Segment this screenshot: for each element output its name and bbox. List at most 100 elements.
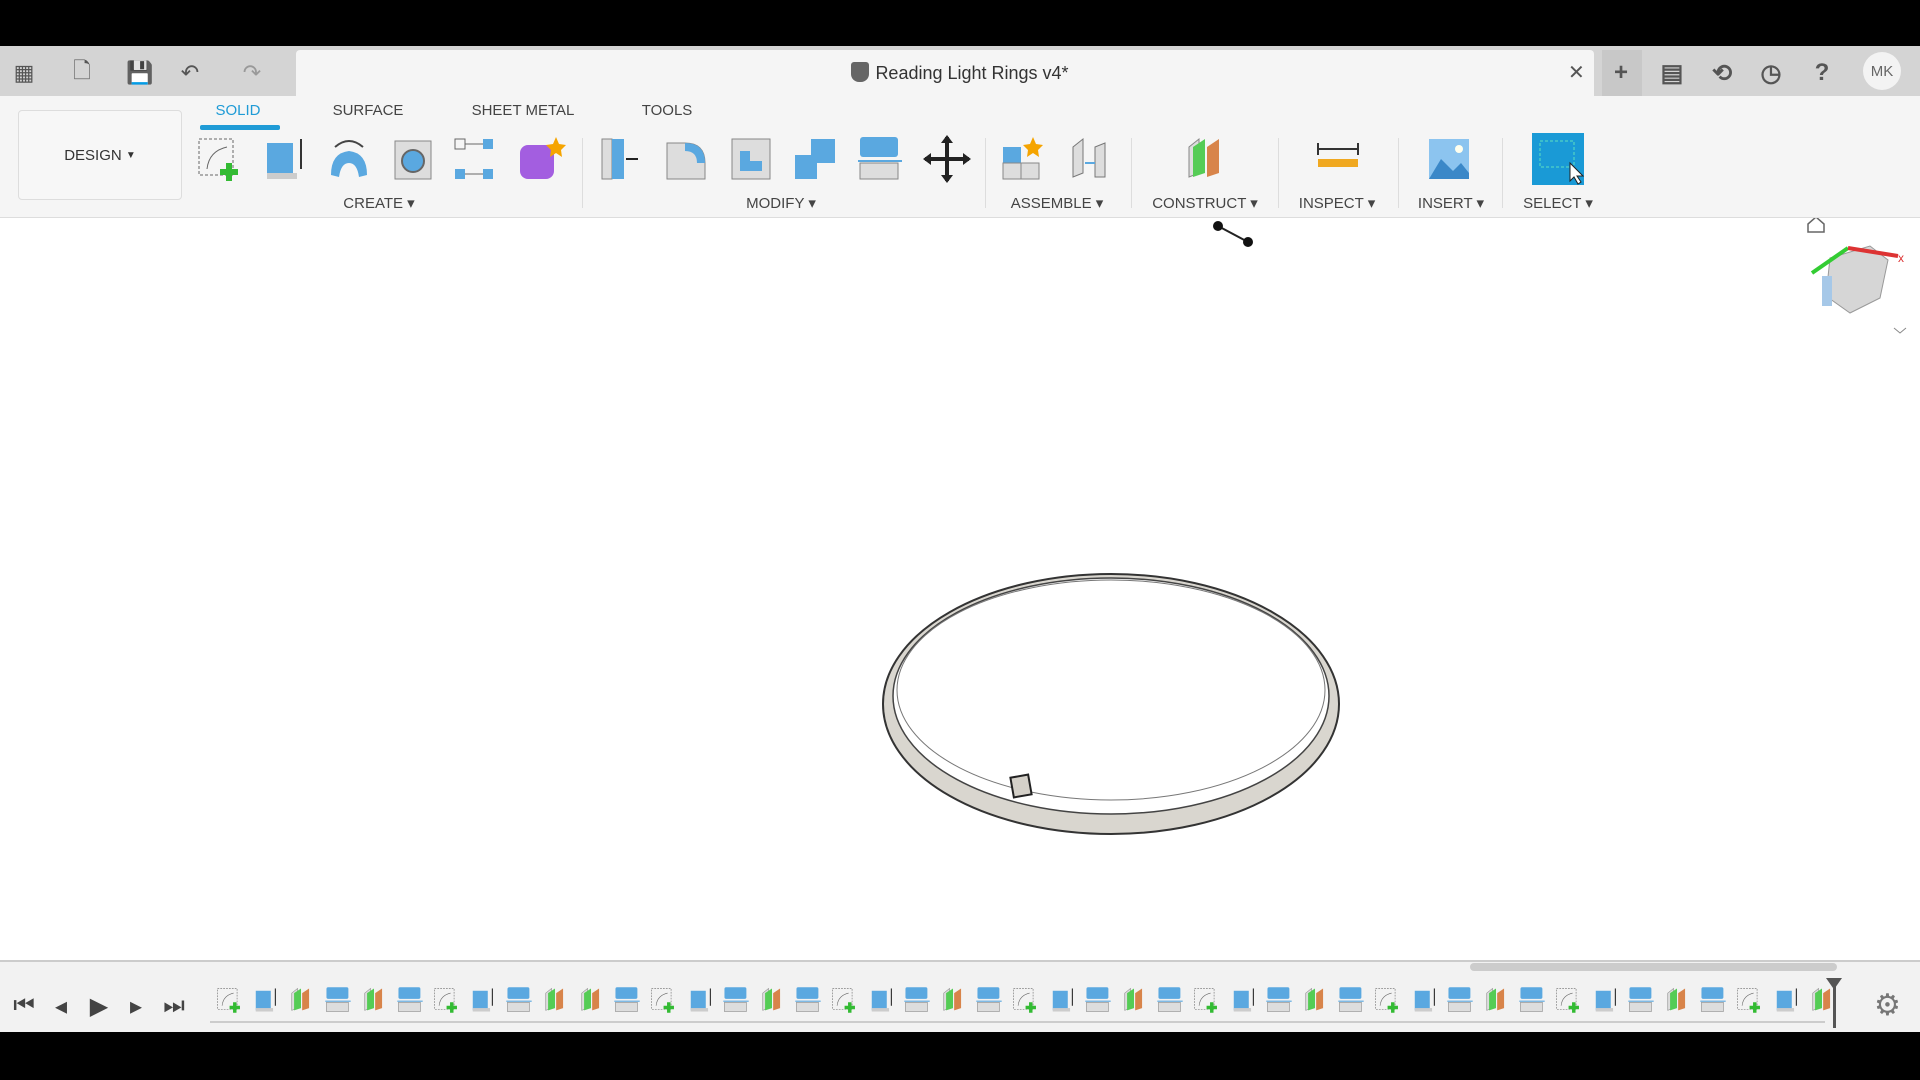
timeline-item-sketch[interactable] — [431, 985, 461, 1015]
timeline-item-split[interactable] — [395, 985, 425, 1015]
file-icon[interactable]: 🗋 — [67, 58, 97, 88]
timeline-item-split[interactable] — [1083, 985, 1113, 1015]
timeline-item-plane[interactable] — [576, 985, 606, 1015]
viewport-canvas[interactable]: x — [0, 216, 1920, 960]
group-inspect-dropdown[interactable]: INSPECT ▾ — [1299, 194, 1375, 212]
timeline-item-plane[interactable] — [1481, 985, 1511, 1015]
timeline-item-extrude[interactable] — [467, 985, 497, 1015]
timeline-item-split[interactable] — [902, 985, 932, 1015]
job-status-icon[interactable]: ◷ — [1753, 55, 1789, 91]
fillet-button[interactable] — [661, 133, 713, 185]
timeline-item-plane[interactable] — [1662, 985, 1692, 1015]
timeline-item-plane[interactable] — [1807, 985, 1837, 1015]
revolve-button[interactable] — [323, 133, 375, 185]
tab-surface[interactable]: SURFACE — [333, 102, 404, 119]
timeline-item-extrude[interactable] — [1590, 985, 1620, 1015]
timeline-item-extrude[interactable] — [1228, 985, 1258, 1015]
step-back-button[interactable]: ◂ — [47, 992, 75, 1020]
group-assemble-dropdown[interactable]: ASSEMBLE ▾ — [1011, 194, 1104, 212]
redo-icon[interactable]: ↷ — [237, 58, 267, 88]
insert-canvas-button[interactable] — [1423, 133, 1475, 185]
plane-icon — [364, 987, 382, 1011]
grid-icon[interactable]: ▦ — [9, 58, 39, 88]
press-pull-button[interactable] — [596, 133, 648, 185]
combine-button[interactable] — [791, 133, 843, 185]
timeline-item-extrude[interactable] — [1047, 985, 1077, 1015]
hole-button[interactable] — [387, 133, 439, 185]
skip-to-start-button[interactable]: ⏮ — [10, 992, 38, 1020]
group-select-dropdown[interactable]: SELECT ▾ — [1523, 194, 1593, 212]
timeline-item-split[interactable] — [504, 985, 534, 1015]
close-tab-button[interactable]: ✕ — [1568, 60, 1585, 85]
timeline-item-split[interactable] — [612, 985, 642, 1015]
timeline-item-plane[interactable] — [286, 985, 316, 1015]
timeline-item-sketch[interactable] — [1372, 985, 1402, 1015]
timeline-item-split[interactable] — [1264, 985, 1294, 1015]
measure-button[interactable] — [1312, 133, 1364, 185]
create-form-button[interactable] — [514, 133, 566, 185]
timeline-item-extrude[interactable] — [250, 985, 280, 1015]
step-forward-button[interactable]: ▸ — [122, 992, 150, 1020]
timeline-item-extrude[interactable] — [685, 985, 715, 1015]
timeline-item-plane[interactable] — [540, 985, 570, 1015]
new-component-button[interactable] — [999, 133, 1051, 185]
save-icon[interactable]: 💾 — [125, 58, 155, 88]
timeline-item-sketch[interactable] — [1553, 985, 1583, 1015]
timeline-item-split[interactable] — [974, 985, 1004, 1015]
tab-tools[interactable]: TOOLS — [642, 102, 693, 119]
sketch-icon — [434, 988, 458, 1013]
offset-plane-button[interactable] — [1179, 133, 1231, 185]
tab-sheet-metal[interactable]: SHEET METAL — [472, 102, 575, 119]
timeline-item-split[interactable] — [1626, 985, 1656, 1015]
timeline-item-split[interactable] — [1445, 985, 1475, 1015]
group-insert-dropdown[interactable]: INSERT ▾ — [1418, 194, 1484, 212]
combine-icon — [795, 139, 835, 179]
timeline-item-plane[interactable] — [359, 985, 389, 1015]
timeline-item-split[interactable] — [1698, 985, 1728, 1015]
timeline-item-split[interactable] — [721, 985, 751, 1015]
create-sketch-button[interactable] — [193, 133, 245, 185]
workspace-dropdown[interactable]: DESIGN ▼ — [18, 110, 182, 200]
timeline-item-plane[interactable] — [757, 985, 787, 1015]
timeline-item-plane[interactable] — [938, 985, 968, 1015]
group-construct-dropdown[interactable]: CONSTRUCT ▾ — [1152, 194, 1258, 212]
move-button[interactable] — [921, 133, 973, 185]
undo-icon[interactable]: ↶ — [175, 58, 205, 88]
timeline-item-plane[interactable] — [1119, 985, 1149, 1015]
timeline-item-split[interactable] — [793, 985, 823, 1015]
shell-button[interactable] — [726, 133, 778, 185]
timeline-scrollbar[interactable] — [1470, 963, 1837, 971]
extensions-icon[interactable]: ⟲ — [1704, 55, 1740, 91]
tab-solid[interactable]: SOLID — [215, 102, 260, 119]
view-cube[interactable]: x — [1807, 216, 1907, 334]
pattern-button[interactable] — [449, 133, 501, 185]
skip-to-end-button[interactable]: ⏭ — [160, 992, 188, 1020]
comments-icon[interactable]: ▤ — [1654, 55, 1690, 91]
group-modify-dropdown[interactable]: MODIFY ▾ — [746, 194, 816, 212]
timeline-item-sketch[interactable] — [214, 985, 244, 1015]
timeline-item-sketch[interactable] — [1734, 985, 1764, 1015]
extrude-button[interactable] — [257, 133, 309, 185]
select-button[interactable] — [1532, 133, 1588, 189]
timeline-item-split[interactable] — [1155, 985, 1185, 1015]
split-body-button[interactable] — [854, 133, 906, 185]
timeline-item-extrude[interactable] — [1409, 985, 1439, 1015]
joint-button[interactable] — [1065, 133, 1117, 185]
timeline-item-split[interactable] — [323, 985, 353, 1015]
timeline-item-sketch[interactable] — [648, 985, 678, 1015]
group-create-dropdown[interactable]: CREATE ▾ — [343, 194, 414, 212]
split-icon — [795, 987, 821, 1012]
timeline-item-sketch[interactable] — [829, 985, 859, 1015]
play-button[interactable]: ▶ — [85, 992, 113, 1020]
timeline-settings-gear-icon[interactable]: ⚙ — [1874, 988, 1901, 1023]
timeline-item-extrude[interactable] — [866, 985, 896, 1015]
timeline-item-split[interactable] — [1336, 985, 1366, 1015]
timeline-item-sketch[interactable] — [1010, 985, 1040, 1015]
timeline-item-plane[interactable] — [1300, 985, 1330, 1015]
add-tab-icon[interactable]: + — [1603, 55, 1639, 91]
user-avatar[interactable]: MK — [1863, 52, 1901, 90]
timeline-item-split[interactable] — [1517, 985, 1547, 1015]
timeline-item-extrude[interactable] — [1771, 985, 1801, 1015]
help-icon[interactable]: ? — [1804, 55, 1840, 91]
timeline-item-sketch[interactable] — [1191, 985, 1221, 1015]
